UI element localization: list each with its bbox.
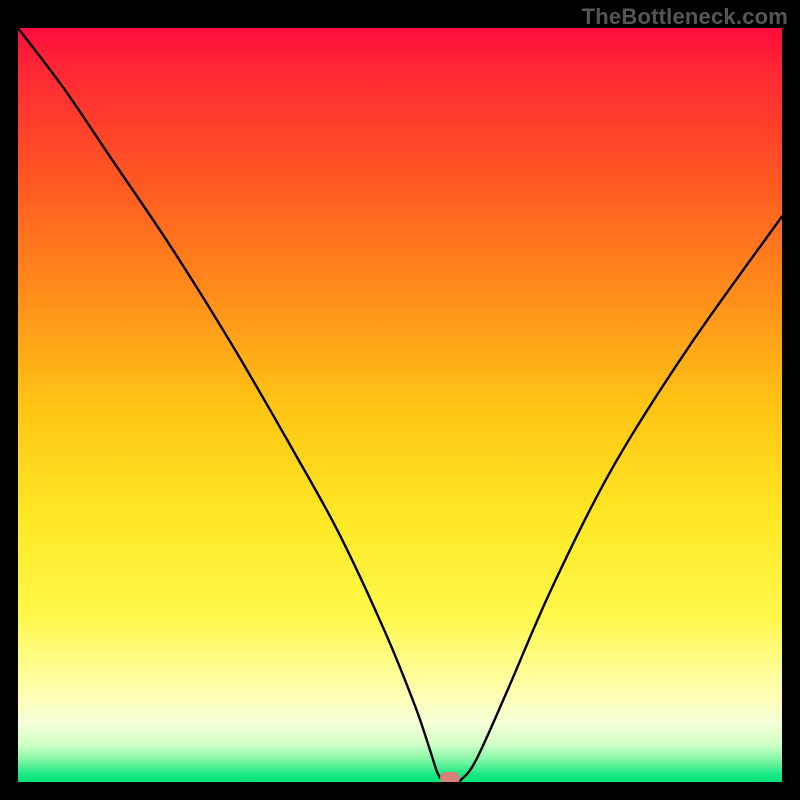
bottleneck-curve	[18, 28, 782, 782]
optimum-marker	[440, 772, 460, 782]
plot-area	[18, 28, 782, 782]
watermark-label: TheBottleneck.com	[582, 4, 788, 30]
chart-frame: TheBottleneck.com	[0, 0, 800, 800]
